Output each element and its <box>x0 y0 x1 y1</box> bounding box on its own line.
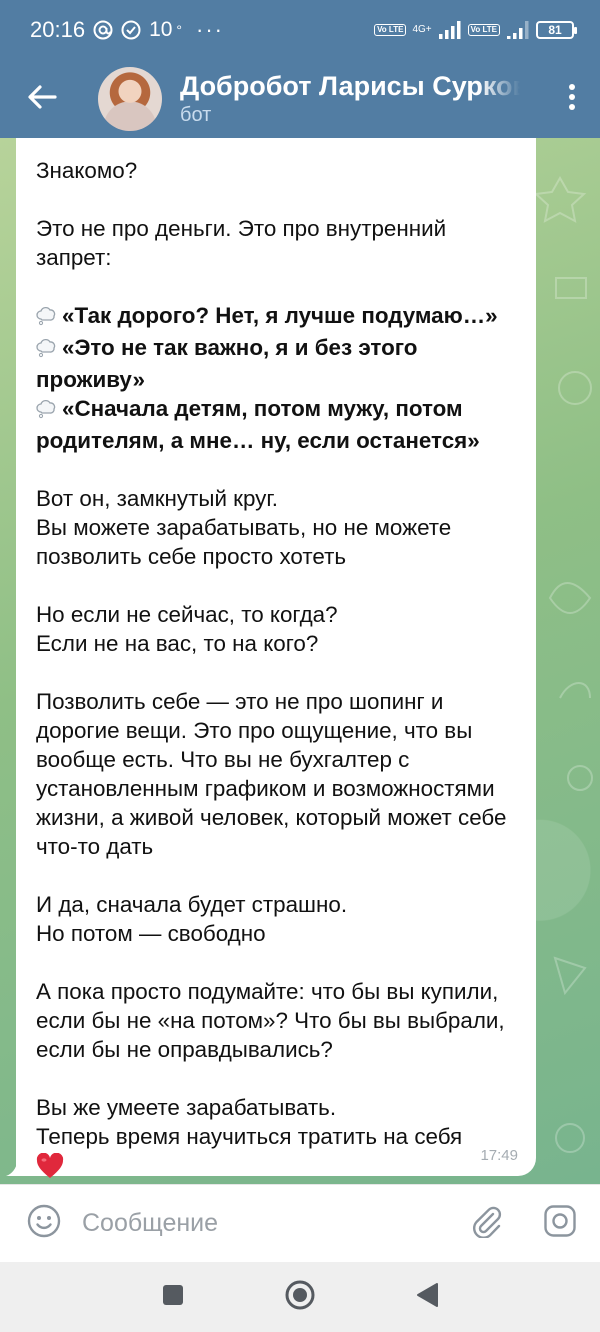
quote-3: «Сначала детям, потом мужу, потом родите… <box>36 396 480 453</box>
p3-line-2: Вы можете зарабатывать, но не можете поз… <box>36 515 452 569</box>
smiley-icon <box>27 1204 61 1243</box>
message-paragraph-4: Но если не сейчас, то когда? Если не на … <box>36 600 516 658</box>
p8-line-1: Вы же умеете зарабатывать. <box>36 1095 337 1120</box>
p6-line-2: Но потом — свободно <box>36 921 266 946</box>
message-text: Знакомо? Это не про деньги. Это про внут… <box>36 156 516 1181</box>
message-input-bar <box>0 1184 600 1262</box>
p4-line-1: Но если не сейчас, то когда? <box>36 602 338 627</box>
back-button[interactable] <box>0 60 84 138</box>
chat-title: Добробот Ларисы Сурковой <box>180 71 520 101</box>
message-paragraph-6: И да, сначала будет страшно. Но потом — … <box>36 890 516 948</box>
signal-icon-2 <box>506 20 530 40</box>
check-circle-icon <box>121 20 141 40</box>
red-heart-icon <box>36 1152 64 1181</box>
degree-sign: ° <box>176 22 183 38</box>
thought-balloon-icon <box>36 336 62 365</box>
battery-level: 81 <box>548 23 562 37</box>
message-input[interactable] <box>82 1209 466 1238</box>
chat-header: Добробот Ларисы Сурковой бот <box>0 60 600 138</box>
p4-line-2: Если не на вас, то на кого? <box>36 631 319 656</box>
circle-icon <box>284 1279 316 1316</box>
instagram-camera-icon <box>543 1204 577 1243</box>
volte-badge-2: Vo LTE <box>467 24 500 36</box>
bubble-tail <box>6 1160 24 1176</box>
quote-2: «Это не так важно, я и без этого проживу… <box>36 335 418 392</box>
status-bar: 20:16 10 ° ··· Vo LTE 4G+ Vo LTE 81 <box>0 0 600 60</box>
message-paragraph-2: Это не про деньги. Это про внутренний за… <box>36 216 447 270</box>
message-quotes: «Так дорого? Нет, я лучше подумаю…» «Это… <box>36 301 516 455</box>
volte-badge: Vo LTE <box>374 24 407 36</box>
message-paragraph-8: Вы же умеете зарабатывать. Теперь время … <box>36 1093 516 1181</box>
battery-icon: 81 <box>536 21 577 39</box>
network-type: 4G+ <box>412 24 432 35</box>
arrow-left-icon <box>27 84 57 115</box>
message-paragraph-1: Знакомо? <box>36 158 138 183</box>
thought-balloon-icon <box>36 397 62 426</box>
square-icon <box>162 1284 184 1311</box>
chat-area[interactable]: Знакомо? Это не про деньги. Это про внут… <box>0 138 600 1184</box>
weather-temperature: 10 <box>149 18 173 41</box>
recents-button[interactable] <box>149 1273 197 1321</box>
back-nav-button[interactable] <box>403 1273 451 1321</box>
message-paragraph-7: А пока просто подумайте: что бы вы купил… <box>36 979 505 1062</box>
quote-1: «Так дорого? Нет, я лучше подумаю…» <box>62 303 498 328</box>
thought-balloon-icon <box>36 304 62 333</box>
more-vertical-icon <box>568 83 576 116</box>
avatar[interactable] <box>98 67 162 131</box>
more-menu-button[interactable] <box>544 60 600 138</box>
paperclip-icon <box>469 1204 503 1243</box>
chat-subtitle: бот <box>180 104 212 126</box>
at-icon <box>93 20 113 40</box>
camera-button[interactable] <box>540 1204 580 1244</box>
p6-line-1: И да, сначала будет страшно. <box>36 892 348 917</box>
message-paragraph-3: Вот он, замкнутый круг. Вы можете зараба… <box>36 484 516 571</box>
home-button[interactable] <box>276 1273 324 1321</box>
signal-icon <box>438 20 462 40</box>
message-bubble[interactable]: Знакомо? Это не про деньги. Это про внут… <box>16 138 536 1178</box>
p3-line-1: Вот он, замкнутый круг. <box>36 486 279 511</box>
attach-button[interactable] <box>466 1204 506 1244</box>
triangle-back-icon <box>415 1282 439 1313</box>
message-time: 17:49 <box>480 1147 518 1164</box>
chat-title-block[interactable]: Добробот Ларисы Сурковой бот <box>180 71 520 127</box>
emoji-button[interactable] <box>24 1204 64 1244</box>
message-paragraph-5: Позволить себе — это не про шопинг и дор… <box>36 689 507 859</box>
system-nav-bar <box>0 1262 600 1332</box>
status-time: 20:16 <box>30 17 86 42</box>
p8-line-2: Теперь время научиться тратить на себя <box>36 1124 463 1149</box>
more-notifications: ··· <box>196 17 225 42</box>
